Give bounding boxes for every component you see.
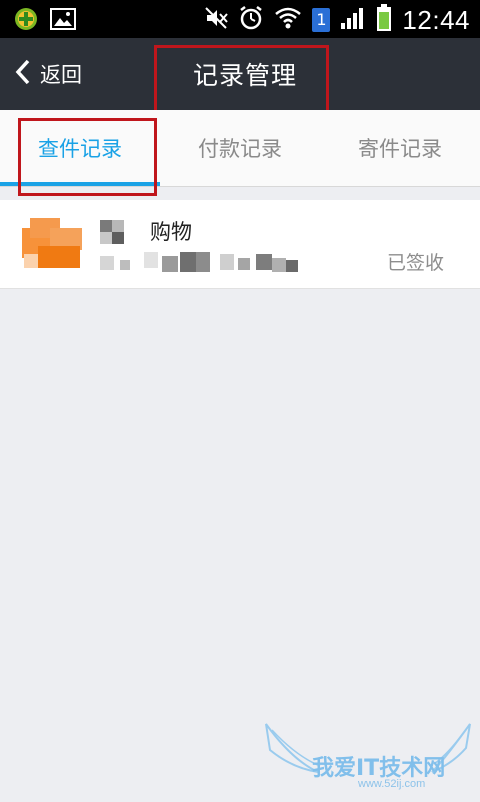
watermark-url: www.52ij.com [358,778,426,790]
record-title: 购物 [150,220,192,244]
tab-tracking-records[interactable]: 查件记录 [0,110,160,186]
site-watermark: 我爱IT技术网 www.52ij.com [262,720,474,798]
back-button[interactable]: 返回 [14,54,82,94]
pixelated-tracking-number [100,250,300,272]
nav-bar: 返回 记录管理 [0,38,480,110]
app-plus-icon [14,7,38,35]
tab-label: 查件记录 [38,137,122,161]
tab-bar: 查件记录 付款记录 寄件记录 [0,110,480,187]
page-title: 记录管理 [192,61,297,90]
battery-icon [376,4,392,36]
status-badge: 已签收 [386,252,444,274]
alarm-icon [238,5,264,35]
mute-icon [204,6,229,34]
wifi-icon [274,6,302,34]
gallery-icon [50,7,76,35]
signal-icon [340,6,366,34]
sim-badge: 1 [312,8,331,32]
tab-label: 付款记录 [198,137,282,161]
back-label: 返回 [40,63,82,87]
tab-sent-records[interactable]: 寄件记录 [320,110,480,186]
clock: 12:44 [402,4,470,35]
status-bar: 1 12:44 [0,0,480,38]
package-thumbnail [22,214,84,274]
list-item[interactable]: 购物 已签收 [0,200,480,289]
pixelated-sender [100,220,124,244]
tab-label: 寄件记录 [358,137,442,161]
tab-payment-records[interactable]: 付款记录 [160,110,320,186]
chevron-left-icon [14,58,32,90]
